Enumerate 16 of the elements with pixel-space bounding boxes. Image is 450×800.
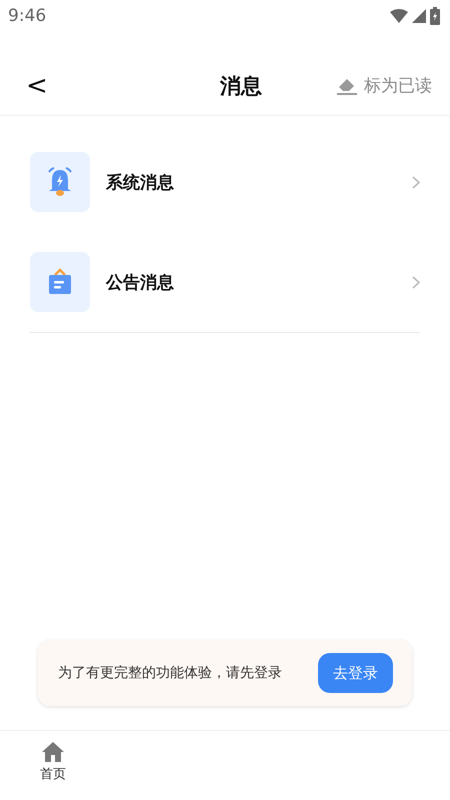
tab-item[interactable]: 首页 — [40, 741, 66, 783]
eraser-icon — [336, 76, 358, 94]
chevron-right-icon — [412, 176, 420, 188]
back-button[interactable]: < — [26, 70, 46, 100]
wifi-icon — [390, 9, 408, 23]
login-button[interactable]: 去登录 — [318, 653, 393, 693]
message-category-row[interactable]: 系统消息 — [30, 132, 420, 232]
page-title: 消息 — [218, 72, 263, 100]
message-category-row[interactable]: 公告消息 — [30, 232, 420, 332]
status-time: 9:46 — [8, 6, 46, 26]
login-prompt: 为了有更完整的功能体验，请先登录 — [58, 664, 282, 682]
chevron-right-icon — [412, 276, 420, 288]
signal-icon — [412, 9, 426, 23]
home-icon — [41, 741, 65, 763]
battery-icon — [430, 7, 440, 25]
mark-read-button[interactable]: 标为已读 — [336, 74, 432, 97]
